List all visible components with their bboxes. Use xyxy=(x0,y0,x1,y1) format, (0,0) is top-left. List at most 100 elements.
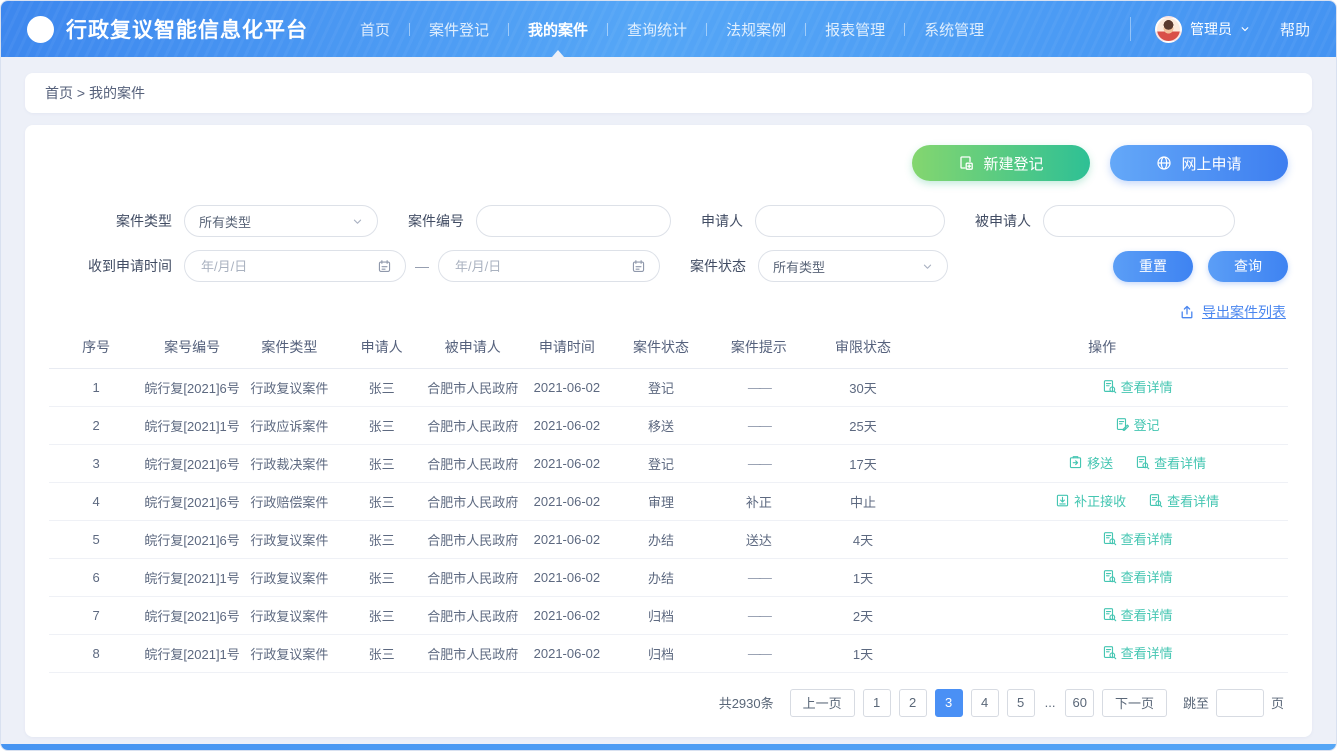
help-link[interactable]: 帮助 xyxy=(1280,19,1310,40)
case-type-select[interactable]: 所有类型 xyxy=(184,205,378,237)
nav-item-case-register[interactable]: 案件登记 xyxy=(429,1,489,57)
actions-cell: 查看详情 xyxy=(916,558,1288,596)
page-ellipsis: ... xyxy=(1043,689,1058,717)
column-header: 案件状态 xyxy=(614,326,708,368)
nav-item-my-cases[interactable]: 我的案件 xyxy=(528,1,588,57)
platform-logo-icon xyxy=(27,16,54,43)
applicant-cell: 张三 xyxy=(338,482,426,520)
nav-separator xyxy=(508,23,509,36)
hint-cell: —— xyxy=(708,634,810,672)
view-detail-label: 查看详情 xyxy=(1121,377,1173,396)
jump-label: 跳至 xyxy=(1183,693,1209,712)
view-detail-label: 查看详情 xyxy=(1121,567,1173,586)
chevron-down-icon xyxy=(1240,24,1250,34)
page-number-3[interactable]: 3 xyxy=(935,689,963,717)
nav-separator xyxy=(607,23,608,36)
user-name: 管理员 xyxy=(1190,19,1232,39)
case-no-cell: 皖行复[2021]1号 xyxy=(143,634,241,672)
date-range-separator: — xyxy=(415,258,429,274)
user-menu[interactable]: 管理员 xyxy=(1155,16,1250,43)
prev-page-button[interactable]: 上一页 xyxy=(790,689,855,717)
case-table: 序号案号编号案件类型申请人被申请人申请时间案件状态案件提示审限状态操作 1皖行复… xyxy=(49,326,1288,673)
footer-bar xyxy=(1,744,1336,750)
apply-date-cell: 2021-06-02 xyxy=(520,368,614,406)
export-icon xyxy=(1179,304,1195,320)
seq-cell: 6 xyxy=(49,558,143,596)
chevron-down-icon xyxy=(352,216,363,227)
register-link[interactable]: 登记 xyxy=(1115,415,1160,434)
deadline-cell: 1天 xyxy=(810,558,917,596)
view-detail-link[interactable]: 查看详情 xyxy=(1102,643,1173,662)
applicant-cell: 张三 xyxy=(338,596,426,634)
applicant-input[interactable] xyxy=(755,205,945,237)
applicant-cell: 张三 xyxy=(338,634,426,672)
receive-correction-label: 补正接收 xyxy=(1074,491,1126,510)
case-type-cell: 行政应诉案件 xyxy=(241,406,338,444)
chevron-down-icon xyxy=(922,261,933,272)
view-detail-link[interactable]: 查看详情 xyxy=(1102,605,1173,624)
globe-icon xyxy=(1156,155,1172,171)
respondent-input[interactable] xyxy=(1043,205,1235,237)
actions-cell: 查看详情 xyxy=(916,520,1288,558)
online-apply-button[interactable]: 网上申请 xyxy=(1110,145,1288,181)
case-no-cell: 皖行复[2021]1号 xyxy=(143,406,241,444)
reset-button[interactable]: 重置 xyxy=(1113,251,1193,282)
jump-page-input[interactable] xyxy=(1216,689,1264,717)
apply-date-cell: 2021-06-02 xyxy=(520,482,614,520)
apply-date-cell: 2021-06-02 xyxy=(520,634,614,672)
hint-cell: —— xyxy=(708,558,810,596)
case-status-label: 案件状态 xyxy=(690,256,746,276)
table-row: 1皖行复[2021]6号行政复议案件张三合肥市人民政府2021-06-02登记—… xyxy=(49,368,1288,406)
date-end-input[interactable] xyxy=(438,250,660,282)
column-header: 案号编号 xyxy=(143,326,241,368)
respondent-cell: 合肥市人民政府 xyxy=(426,596,520,634)
apply-date-cell: 2021-06-02 xyxy=(520,406,614,444)
view-detail-link[interactable]: 查看详情 xyxy=(1135,453,1206,472)
hint-cell: —— xyxy=(708,406,810,444)
deadline-cell: 4天 xyxy=(810,520,917,558)
apply-date-cell: 2021-06-02 xyxy=(520,444,614,482)
table-row: 8皖行复[2021]1号行政复议案件张三合肥市人民政府2021-06-02归档—… xyxy=(49,634,1288,672)
case-no-cell: 皖行复[2021]6号 xyxy=(143,368,241,406)
table-body: 1皖行复[2021]6号行政复议案件张三合肥市人民政府2021-06-02登记—… xyxy=(49,368,1288,672)
navbar-right: 管理员 帮助 xyxy=(1120,16,1310,43)
next-page-button[interactable]: 下一页 xyxy=(1102,689,1167,717)
nav-item-report-management[interactable]: 报表管理 xyxy=(825,1,885,57)
view-detail-link[interactable]: 查看详情 xyxy=(1102,567,1173,586)
view-detail-link[interactable]: 查看详情 xyxy=(1148,491,1219,510)
case-no-input[interactable] xyxy=(476,205,671,237)
transfer-label: 移送 xyxy=(1087,453,1113,472)
view-detail-link[interactable]: 查看详情 xyxy=(1102,529,1173,548)
case-type-cell: 行政复议案件 xyxy=(241,520,338,558)
page-number-60[interactable]: 60 xyxy=(1065,689,1093,717)
view-detail-icon xyxy=(1102,569,1117,584)
transfer-link[interactable]: 移送 xyxy=(1068,453,1113,472)
breadcrumb-text: 首页 > 我的案件 xyxy=(45,83,145,103)
nav-item-query-statistics[interactable]: 查询统计 xyxy=(627,1,687,57)
case-type-cell: 行政复议案件 xyxy=(241,634,338,672)
total-count: 共2930条 xyxy=(719,693,774,712)
page-number-4[interactable]: 4 xyxy=(971,689,999,717)
respondent-cell: 合肥市人民政府 xyxy=(426,634,520,672)
nav-item-system-management[interactable]: 系统管理 xyxy=(924,1,984,57)
nav-item-regulation-cases[interactable]: 法规案例 xyxy=(726,1,786,57)
seq-cell: 4 xyxy=(49,482,143,520)
hint-cell: 送达 xyxy=(708,520,810,558)
case-no-cell: 皖行复[2021]6号 xyxy=(143,482,241,520)
status-cell: 移送 xyxy=(614,406,708,444)
respondent-cell: 合肥市人民政府 xyxy=(426,558,520,596)
receive-correction-link[interactable]: 补正接收 xyxy=(1055,491,1126,510)
date-start-input[interactable] xyxy=(184,250,406,282)
export-case-list-link[interactable]: 导出案件列表 xyxy=(1202,302,1286,322)
received-time-label: 收到申请时间 xyxy=(49,256,172,276)
page-number-2[interactable]: 2 xyxy=(899,689,927,717)
view-detail-link[interactable]: 查看详情 xyxy=(1102,377,1173,396)
new-register-button[interactable]: 新建登记 xyxy=(912,145,1090,181)
page-number-5[interactable]: 5 xyxy=(1007,689,1035,717)
case-status-select[interactable]: 所有类型 xyxy=(758,250,948,282)
nav-item-home[interactable]: 首页 xyxy=(360,1,390,57)
page-number-1[interactable]: 1 xyxy=(863,689,891,717)
search-button[interactable]: 查询 xyxy=(1208,251,1288,282)
case-no-cell: 皖行复[2021]6号 xyxy=(143,596,241,634)
actions-cell: 查看详情 xyxy=(916,634,1288,672)
